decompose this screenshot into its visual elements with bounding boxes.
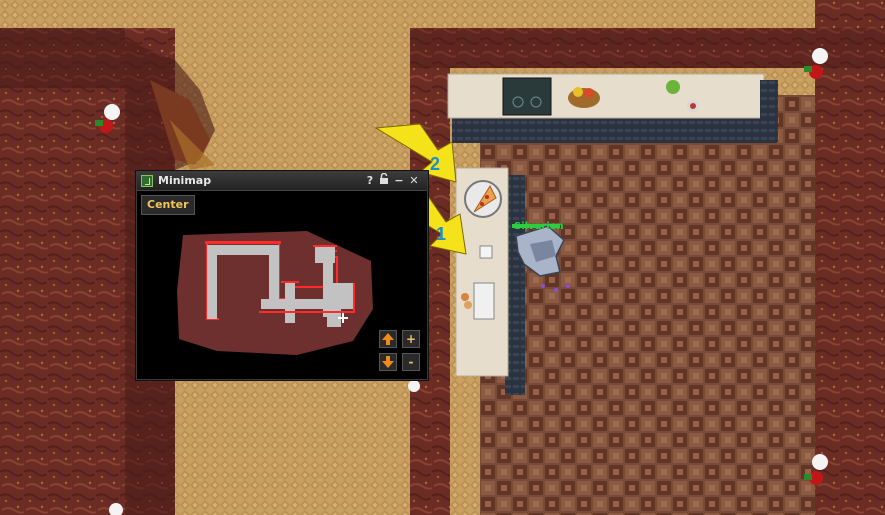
counter-top-base bbox=[452, 115, 777, 143]
minimap-canvas[interactable] bbox=[137, 191, 427, 379]
zoom-in-button[interactable]: + bbox=[402, 330, 420, 348]
player-name-label: Silvarion bbox=[514, 221, 564, 232]
zoom-out-button[interactable]: - bbox=[402, 353, 420, 371]
arrow-down-icon[interactable] bbox=[379, 353, 397, 371]
earth-wall-right bbox=[815, 0, 885, 515]
minimap-window[interactable]: Minimap ? − ✕ Center + - bbox=[136, 171, 428, 380]
close-icon[interactable]: ✕ bbox=[408, 173, 420, 188]
kitchen-counter-horizontal[interactable] bbox=[447, 73, 765, 119]
sugar-cube-icon[interactable] bbox=[479, 245, 493, 259]
fruit-basket-icon[interactable] bbox=[568, 88, 600, 108]
minimap-icon bbox=[141, 175, 153, 187]
chef-statue-icon bbox=[408, 380, 420, 392]
stove-icon[interactable] bbox=[502, 77, 552, 116]
arrow-up-icon[interactable] bbox=[379, 330, 397, 348]
minimap-title: Minimap bbox=[158, 174, 212, 187]
cabbage-icon[interactable] bbox=[666, 80, 680, 94]
minimize-icon[interactable]: − bbox=[393, 173, 405, 188]
cutting-board-icon[interactable] bbox=[473, 282, 495, 320]
help-icon[interactable]: ? bbox=[364, 173, 376, 188]
minimap-titlebar[interactable]: Minimap ? − ✕ bbox=[137, 172, 427, 191]
tiled-floor[interactable] bbox=[480, 95, 815, 515]
lock-icon[interactable] bbox=[378, 172, 390, 188]
annotation-number-2: 2 bbox=[430, 154, 440, 174]
game-world[interactable]: Silvarion 2 1 bbox=[0, 0, 885, 515]
annotation-number-1: 1 bbox=[436, 224, 446, 244]
